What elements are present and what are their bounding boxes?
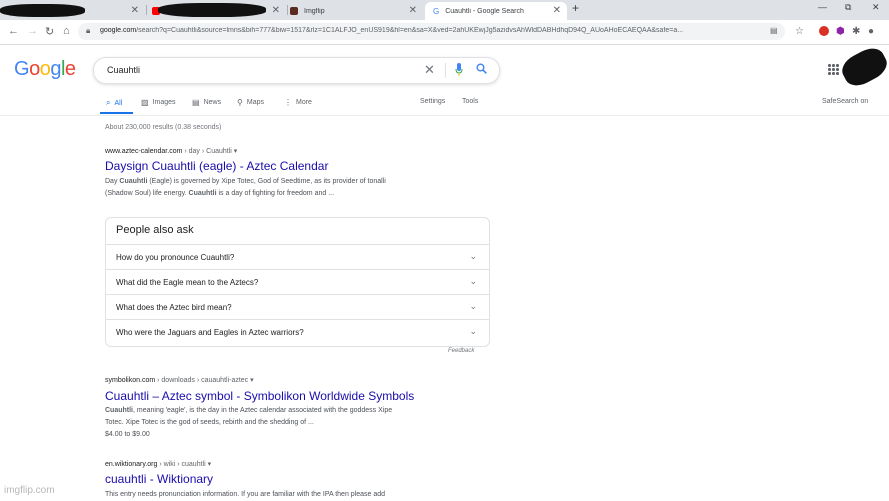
result-title-link[interactable]: Cuauhtli – Aztec symbol - Symbolikon Wor… <box>105 389 414 403</box>
result-title-link[interactable]: Daysign Cuauhtli (eagle) - Aztec Calenda… <box>105 159 328 173</box>
chevron-down-icon: ⌄ <box>469 251 477 261</box>
microphone-icon[interactable] <box>455 63 463 79</box>
google-apps-icon[interactable] <box>828 64 839 75</box>
profile-avatar[interactable]: ● <box>868 26 874 37</box>
close-tab-icon[interactable]: ✕ <box>272 5 280 16</box>
result-cite[interactable]: en.wiktionary.org › wiki › cuauhtli ▾ <box>105 460 211 468</box>
result-price: $4.00 to $9.00 <box>105 431 150 438</box>
feedback-link[interactable]: Feedback <box>448 348 474 354</box>
chevron-down-icon: ⌄ <box>469 301 477 311</box>
tools-link[interactable]: Tools <box>462 98 478 105</box>
imgflip-watermark: imgflip.com <box>4 485 55 496</box>
tab-maps[interactable]: ⚲ Maps <box>237 98 264 107</box>
result-stats: About 230,000 results (0.38 seconds) <box>105 124 222 131</box>
news-icon: ▤ <box>192 98 200 107</box>
new-tab-button[interactable]: + <box>572 1 579 15</box>
result-snippet: This entry needs pronunciation informati… <box>105 491 386 498</box>
result-snippet: Cuauhtli, meaning 'eagle', is the day in… <box>105 407 393 438</box>
close-tab-icon[interactable]: ✕ <box>409 5 417 16</box>
chevron-down-icon: ⌄ <box>469 276 477 286</box>
imgflip-favicon-icon <box>290 7 298 15</box>
close-tab-icon[interactable]: ✕ <box>131 5 139 16</box>
result-cite[interactable]: www.aztec-calendar.com › day › Cuauhtli … <box>105 147 237 155</box>
result-title-link[interactable]: cuauhtli - Wiktionary <box>105 472 213 486</box>
close-tab-icon[interactable]: ✕ <box>553 5 561 16</box>
minimize-button[interactable]: — <box>818 2 827 12</box>
image-icon: ▨ <box>141 98 149 107</box>
result-snippet: Day Cuauhtli (Eagle) is governed by Xipe… <box>105 178 386 197</box>
more-vert-icon: ⋮ <box>284 98 292 107</box>
search-box[interactable]: Cuauhtli ✕ <box>93 57 500 84</box>
extensions-puzzle-icon[interactable]: ✱ <box>852 26 860 37</box>
google-logo[interactable]: Google <box>14 58 76 81</box>
google-favicon-icon: G <box>433 6 440 16</box>
tab-title: Cuauhtli - Google Search <box>445 7 524 15</box>
redaction-scribble <box>158 3 266 17</box>
translate-icon[interactable]: ▤ <box>770 26 778 35</box>
active-tab-underline <box>100 112 133 114</box>
clear-search-icon[interactable]: ✕ <box>424 62 435 78</box>
paa-question[interactable]: How do you pronounce Cuauhtli? ⌄ <box>106 244 489 270</box>
tab-title: Imgflip <box>304 7 325 15</box>
address-bar[interactable]: 🔒︎ google.com/search?q=Cuauhtli&source=l… <box>78 23 785 40</box>
paa-question[interactable]: Who were the Jaguars and Eagles in Aztec… <box>106 319 489 345</box>
lock-icon: 🔒︎ <box>86 26 91 35</box>
logo-letter: o <box>29 58 40 80</box>
tab-strip: ✕ ✕ Imgflip ✕ G Cuauhtli - Google Search… <box>0 0 889 20</box>
tab-images[interactable]: ▨ Images <box>141 98 176 107</box>
browser-toolbar: ← → ↻ ⌂ 🔒︎ google.com/search?q=Cuauhtli&… <box>0 20 889 45</box>
redaction-scribble <box>837 43 889 91</box>
search-icon[interactable] <box>476 63 487 77</box>
paa-question[interactable]: What did the Eagle mean to the Aztecs? ⌄ <box>106 269 489 295</box>
extension-badge-icon[interactable] <box>819 26 829 36</box>
chevron-down-icon: ⌄ <box>469 326 477 336</box>
back-arrow-icon[interactable]: ← <box>8 25 19 37</box>
paa-question[interactable]: What does the Aztec bird mean? ⌄ <box>106 294 489 320</box>
safesearch-link[interactable]: SafeSearch on <box>822 98 868 105</box>
paa-heading: People also ask <box>116 224 194 236</box>
home-icon[interactable]: ⌂ <box>63 25 70 37</box>
search-nav: ⌕ All ▨ Images ▤ News ⚲ Maps ⋮ More Settings … <box>0 93 889 116</box>
search-icon: ⌕ <box>106 98 111 107</box>
result-cite[interactable]: symbolikon.com › downloads › cauauhtli-a… <box>105 376 254 384</box>
bookmark-star-icon[interactable]: ☆ <box>795 26 804 37</box>
logo-letter: o <box>39 58 51 80</box>
logo-letter: g <box>50 58 61 80</box>
tab-1[interactable]: ✕ <box>0 2 145 20</box>
map-pin-icon: ⚲ <box>237 98 243 107</box>
address-url: google.com/search?q=Cuauhtli&source=lmns… <box>100 27 684 34</box>
tab-news[interactable]: ▤ News <box>192 98 221 107</box>
maximize-button[interactable]: ⧉ <box>845 2 851 13</box>
reload-icon[interactable]: ↻ <box>45 25 54 38</box>
tab-all[interactable]: ⌕ All <box>106 98 122 108</box>
logo-letter: G <box>14 58 30 80</box>
search-divider <box>445 63 446 78</box>
tab-imgflip[interactable]: Imgflip ✕ <box>290 2 423 20</box>
search-input[interactable]: Cuauhtli <box>107 65 140 75</box>
forward-arrow-icon[interactable]: → <box>27 25 38 37</box>
logo-letter: e <box>64 58 76 80</box>
extension-shield-icon[interactable]: ⬢ <box>836 26 845 37</box>
settings-link[interactable]: Settings <box>420 98 445 105</box>
tab-google-search[interactable]: G Cuauhtli - Google Search ✕ <box>425 2 567 20</box>
close-window-button[interactable]: ✕ <box>872 2 880 13</box>
tab-more[interactable]: ⋮ More <box>284 98 312 107</box>
people-also-ask: People also ask How do you pronounce Cua… <box>105 217 490 347</box>
